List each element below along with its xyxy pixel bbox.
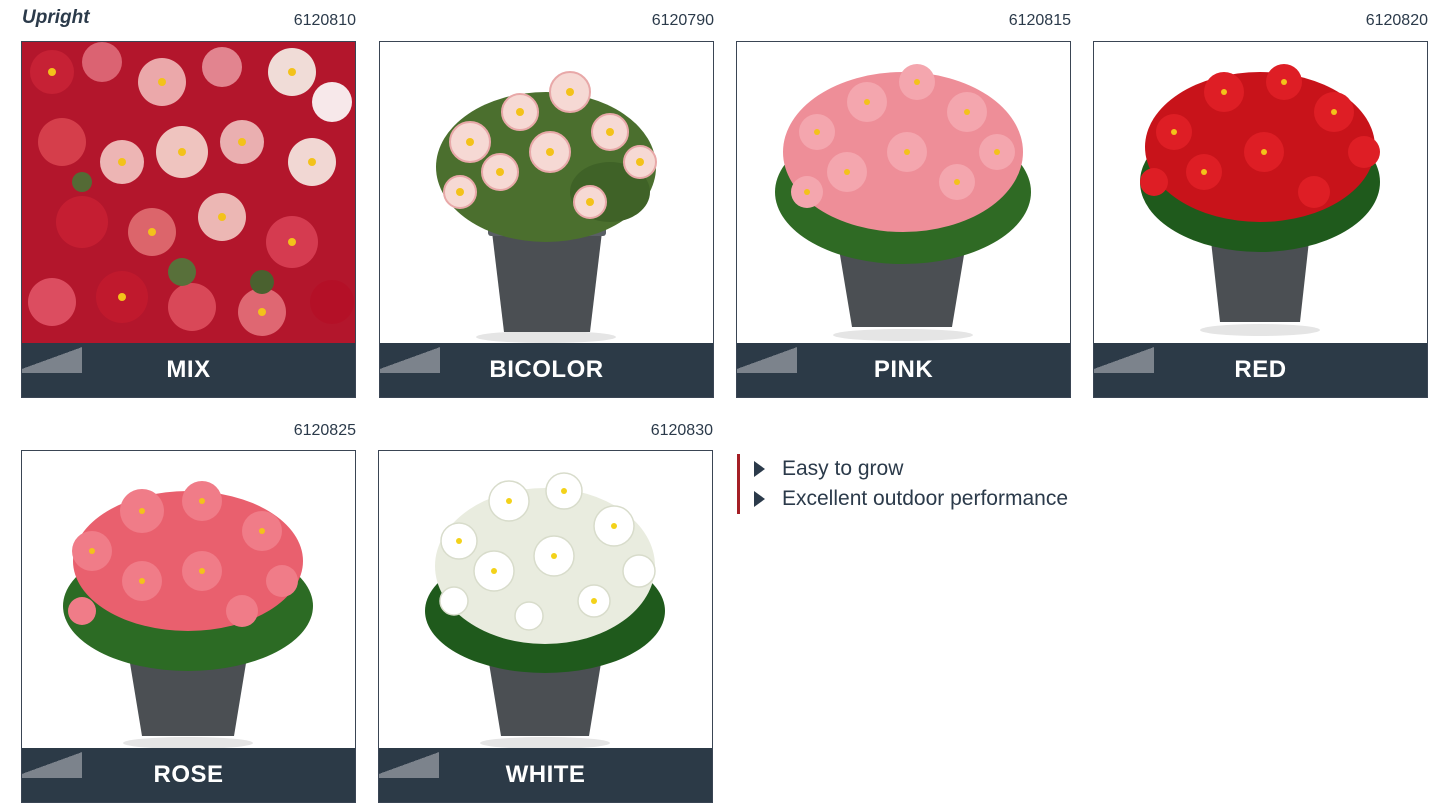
product-image-pink [737,42,1070,344]
feature-list: Easy to grow Excellent outdoor performan… [737,454,1068,514]
product-card-red[interactable]: 6120820 RED [1093,0,1428,398]
product-name: PINK [873,356,934,383]
feature-text: Easy to grow [782,457,904,480]
product-card-bicolor[interactable]: 6120790 BICOLOR [379,0,714,398]
product-name: MIX [166,356,211,383]
product-name: ROSE [153,761,224,788]
product-label-bar: BICOLOR [380,343,713,397]
product-card-rose[interactable]: 6120825 ROSE [21,410,356,803]
product-image-white [379,451,712,753]
product-label-bar: WHITE [379,748,712,802]
product-code: 6120825 [293,422,356,439]
product-image-frame: PINK [736,41,1071,398]
product-code: 6120790 [651,12,714,29]
product-image-frame: RED [1093,41,1428,398]
product-code: 6120810 [293,12,356,29]
product-image-frame: ROSE [21,450,356,803]
product-card-white[interactable]: 6120830 WHITE [378,410,713,803]
product-image-rose [22,451,355,753]
product-name: BICOLOR [489,356,604,383]
feature-item: Excellent outdoor performance [754,484,1068,514]
product-label-bar: MIX [22,343,355,397]
product-card-mix[interactable]: 6120810 MIX [21,0,356,398]
product-image-red [1094,42,1427,344]
bullet-arrow-icon [754,461,765,477]
product-code: 6120820 [1365,12,1428,29]
product-image-bicolor [380,42,713,344]
bullet-arrow-icon [754,491,765,507]
product-image-mix [22,42,355,344]
product-card-pink[interactable]: 6120815 PINK [736,0,1071,398]
product-label-bar: ROSE [22,748,355,802]
product-name: RED [1234,356,1287,383]
feature-text: Excellent outdoor performance [782,487,1068,510]
product-label-bar: PINK [737,343,1070,397]
product-code: 6120830 [650,422,713,439]
product-label-bar: RED [1094,343,1427,397]
product-code: 6120815 [1008,12,1071,29]
product-image-frame: WHITE [378,450,713,803]
product-image-frame: BICOLOR [379,41,714,398]
product-image-frame: MIX [21,41,356,398]
product-name: WHITE [505,761,586,788]
feature-item: Easy to grow [754,454,1068,484]
